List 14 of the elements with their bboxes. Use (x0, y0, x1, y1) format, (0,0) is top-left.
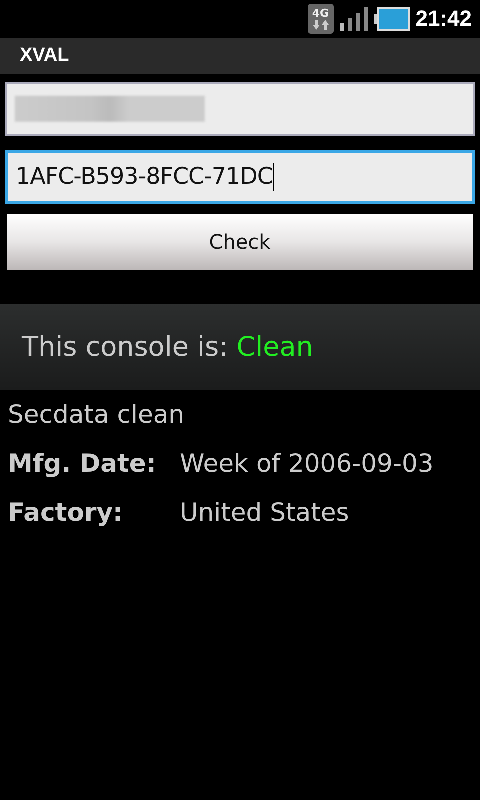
result-text: This console is: Clean (22, 332, 314, 362)
input-field[interactable]: 1AFC-B593-8FCC-71DC (5, 150, 475, 204)
network-icon: 4G (308, 4, 334, 34)
signal-icon (340, 7, 368, 31)
check-button[interactable]: Check (7, 214, 473, 270)
detail-label: Mfg. Date: (8, 449, 158, 478)
battery-icon (374, 7, 410, 31)
app-title: XVAL (20, 45, 70, 67)
detail-value: Week of 2006-09-03 (180, 449, 434, 478)
input-field[interactable] (5, 82, 475, 136)
status-text: Secdata clean (8, 400, 186, 429)
detail-label: Factory: (8, 498, 124, 527)
detail-value: United States (180, 498, 350, 527)
clock-time: 21:42 (416, 6, 472, 32)
